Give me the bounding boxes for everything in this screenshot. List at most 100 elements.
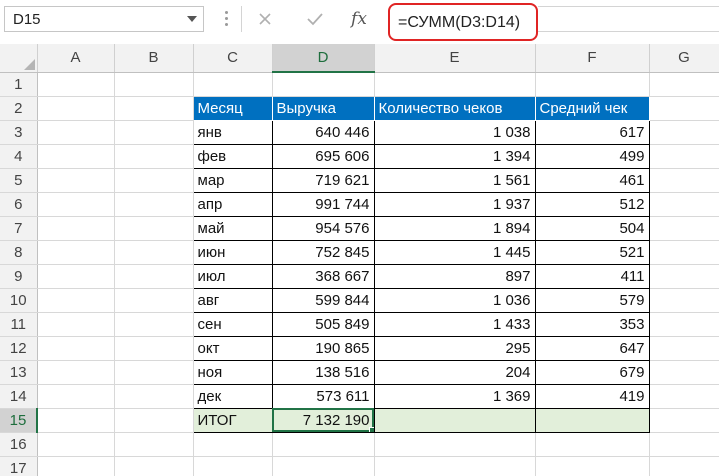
grid-cell[interactable] (114, 72, 194, 97)
row-header-5[interactable]: 5 (0, 168, 38, 193)
table-cell[interactable]: 1 433 (373, 311, 536, 337)
column-header-g[interactable]: G (649, 44, 719, 73)
grid-cell[interactable] (649, 144, 719, 169)
table-cell[interactable]: 1 894 (373, 215, 536, 241)
grid-cell[interactable] (114, 192, 194, 217)
grid-cell[interactable] (272, 72, 375, 97)
table-cell[interactable]: 599 844 (271, 287, 375, 313)
column-header-f[interactable]: F (535, 44, 650, 73)
grid-cell[interactable] (649, 408, 719, 433)
table-cell[interactable]: 419 (534, 383, 650, 409)
table-cell[interactable]: 512 (534, 191, 650, 217)
grid-cell[interactable] (193, 432, 273, 457)
grid-cell[interactable] (374, 72, 536, 97)
row-header-14[interactable]: 14 (0, 384, 38, 409)
table-cell[interactable]: 640 446 (271, 119, 375, 145)
table-cell[interactable]: 461 (534, 167, 650, 193)
table-cell[interactable]: 573 611 (271, 383, 375, 409)
row-header-2[interactable]: 2 (0, 96, 38, 121)
row-header-8[interactable]: 8 (0, 240, 38, 265)
total-cell[interactable] (373, 407, 536, 433)
table-cell[interactable]: 1 036 (373, 287, 536, 313)
table-cell[interactable]: 1 038 (373, 119, 536, 145)
grid-cell[interactable] (649, 360, 719, 385)
grid-cell[interactable] (649, 168, 719, 193)
grid-cell[interactable] (272, 432, 375, 457)
table-cell[interactable]: 411 (534, 263, 650, 289)
table-header-cell[interactable]: Средний чек (534, 95, 650, 121)
grid-cell[interactable] (535, 432, 650, 457)
table-cell[interactable]: 1 445 (373, 239, 536, 265)
grid-cell[interactable] (37, 168, 115, 193)
total-value-cell[interactable]: 7 132 190 (271, 407, 375, 433)
table-cell[interactable]: 752 845 (271, 239, 375, 265)
row-header-7[interactable]: 7 (0, 216, 38, 241)
fill-handle[interactable] (368, 426, 373, 431)
grid-cell[interactable] (37, 432, 115, 457)
grid-cell[interactable] (649, 120, 719, 145)
insert-function-button[interactable]: fx (342, 6, 376, 32)
grid-cell[interactable] (114, 456, 194, 476)
table-cell[interactable]: 353 (534, 311, 650, 337)
table-cell[interactable]: сен (192, 311, 273, 337)
table-cell[interactable]: окт (192, 335, 273, 361)
cancel-button[interactable] (248, 6, 282, 32)
grid-cell[interactable] (649, 264, 719, 289)
row-header-9[interactable]: 9 (0, 264, 38, 289)
row-header-10[interactable]: 10 (0, 288, 38, 313)
grid-cell[interactable] (114, 168, 194, 193)
table-cell[interactable]: дек (192, 383, 273, 409)
table-cell[interactable]: май (192, 215, 273, 241)
formula-input[interactable]: =СУММ(D3:D14) (388, 3, 538, 41)
table-cell[interactable]: 679 (534, 359, 650, 385)
grid-cell[interactable] (37, 240, 115, 265)
grid-cell[interactable] (193, 72, 273, 97)
grid-cell[interactable] (37, 360, 115, 385)
grid-cell[interactable] (649, 336, 719, 361)
table-cell[interactable]: мар (192, 167, 273, 193)
table-cell[interactable]: 204 (373, 359, 536, 385)
grid-cell[interactable] (535, 456, 650, 476)
table-cell[interactable]: 1 937 (373, 191, 536, 217)
grid-cell[interactable] (272, 456, 375, 476)
table-cell[interactable]: 954 576 (271, 215, 375, 241)
row-header-1[interactable]: 1 (0, 72, 38, 97)
table-cell[interactable]: 617 (534, 119, 650, 145)
grid-cell[interactable] (114, 384, 194, 409)
grid-cell[interactable] (37, 264, 115, 289)
grid-cell[interactable] (114, 120, 194, 145)
grid-cell[interactable] (37, 312, 115, 337)
table-cell[interactable]: 991 744 (271, 191, 375, 217)
grid-cell[interactable] (114, 264, 194, 289)
row-header-12[interactable]: 12 (0, 336, 38, 361)
table-cell[interactable]: 1 369 (373, 383, 536, 409)
table-cell[interactable]: 505 849 (271, 311, 375, 337)
table-header-cell[interactable]: Выручка (271, 95, 375, 121)
grid-cell[interactable] (649, 312, 719, 337)
grid-cell[interactable] (649, 240, 719, 265)
table-cell[interactable]: 719 621 (271, 167, 375, 193)
select-all-button[interactable] (0, 44, 38, 73)
grid-cell[interactable] (114, 360, 194, 385)
table-header-cell[interactable]: Количество чеков (373, 95, 536, 121)
grid-cell[interactable] (649, 288, 719, 313)
grid-cell[interactable] (649, 384, 719, 409)
table-cell[interactable]: 295 (373, 335, 536, 361)
table-cell[interactable]: фев (192, 143, 273, 169)
column-header-d[interactable]: D (272, 44, 375, 73)
total-cell[interactable] (534, 407, 650, 433)
table-cell[interactable]: 504 (534, 215, 650, 241)
formula-input-area[interactable] (538, 6, 719, 32)
grid-cell[interactable] (114, 336, 194, 361)
grid-cell[interactable] (114, 216, 194, 241)
grid-cell[interactable] (114, 408, 194, 433)
grid-cell[interactable] (37, 456, 115, 476)
grid-cell[interactable] (37, 408, 115, 433)
column-header-b[interactable]: B (114, 44, 194, 73)
grid-cell[interactable] (37, 144, 115, 169)
grid-cell[interactable] (374, 456, 536, 476)
grid-cell[interactable] (37, 336, 115, 361)
grid-cell[interactable] (114, 432, 194, 457)
table-cell[interactable]: 138 516 (271, 359, 375, 385)
grid-cell[interactable] (535, 72, 650, 97)
